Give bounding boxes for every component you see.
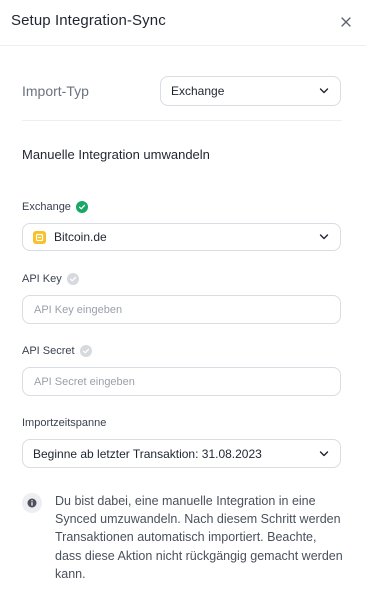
divider bbox=[22, 120, 342, 121]
chevron-down-icon bbox=[319, 88, 329, 94]
chevron-down-icon bbox=[319, 234, 329, 240]
unverified-check-icon bbox=[79, 345, 92, 357]
import-type-row: Import-Typ Exchange bbox=[22, 76, 342, 106]
api-secret-label-text: API Secret bbox=[22, 345, 75, 357]
api-secret-label: API Secret bbox=[22, 345, 92, 357]
info-icon bbox=[22, 493, 42, 513]
import-type-label: Import-Typ bbox=[22, 83, 89, 99]
import-period-label: Importzeitspanne bbox=[22, 417, 106, 429]
api-secret-input[interactable] bbox=[22, 367, 341, 396]
section-title: Manuelle Integration umwandeln bbox=[22, 147, 210, 162]
import-type-select[interactable]: Exchange bbox=[160, 76, 341, 106]
import-period-label-text: Importzeitspanne bbox=[22, 417, 107, 429]
chevron-down-icon bbox=[319, 450, 329, 456]
info-message: Du bist dabei, eine manuelle Integration… bbox=[55, 494, 343, 581]
bitcoin-de-logo-icon bbox=[33, 230, 46, 244]
api-key-input[interactable] bbox=[22, 295, 341, 324]
close-icon bbox=[341, 17, 351, 27]
unverified-check-icon bbox=[66, 273, 79, 285]
import-type-value: Exchange bbox=[171, 84, 225, 98]
import-period-select[interactable]: Beginne ab letzter Transaktion: 31.08.20… bbox=[22, 439, 341, 468]
setup-panel: Setup Integration-Sync Import-Typ Exchan… bbox=[0, 0, 366, 597]
import-period-value: Beginne ab letzter Transaktion: 31.08.20… bbox=[33, 446, 262, 461]
panel-title: Setup Integration-Sync bbox=[11, 12, 166, 29]
close-button[interactable] bbox=[336, 12, 356, 32]
verified-check-icon bbox=[75, 201, 88, 213]
api-key-label: API Key bbox=[22, 273, 79, 285]
exchange-select[interactable]: Bitcoin.de bbox=[22, 223, 341, 251]
exchange-label-text: Exchange bbox=[22, 201, 71, 213]
panel-header: Setup Integration-Sync bbox=[0, 0, 366, 46]
exchange-label: Exchange bbox=[22, 201, 88, 213]
api-key-label-text: API Key bbox=[22, 273, 62, 285]
exchange-value: Bitcoin.de bbox=[54, 230, 107, 244]
